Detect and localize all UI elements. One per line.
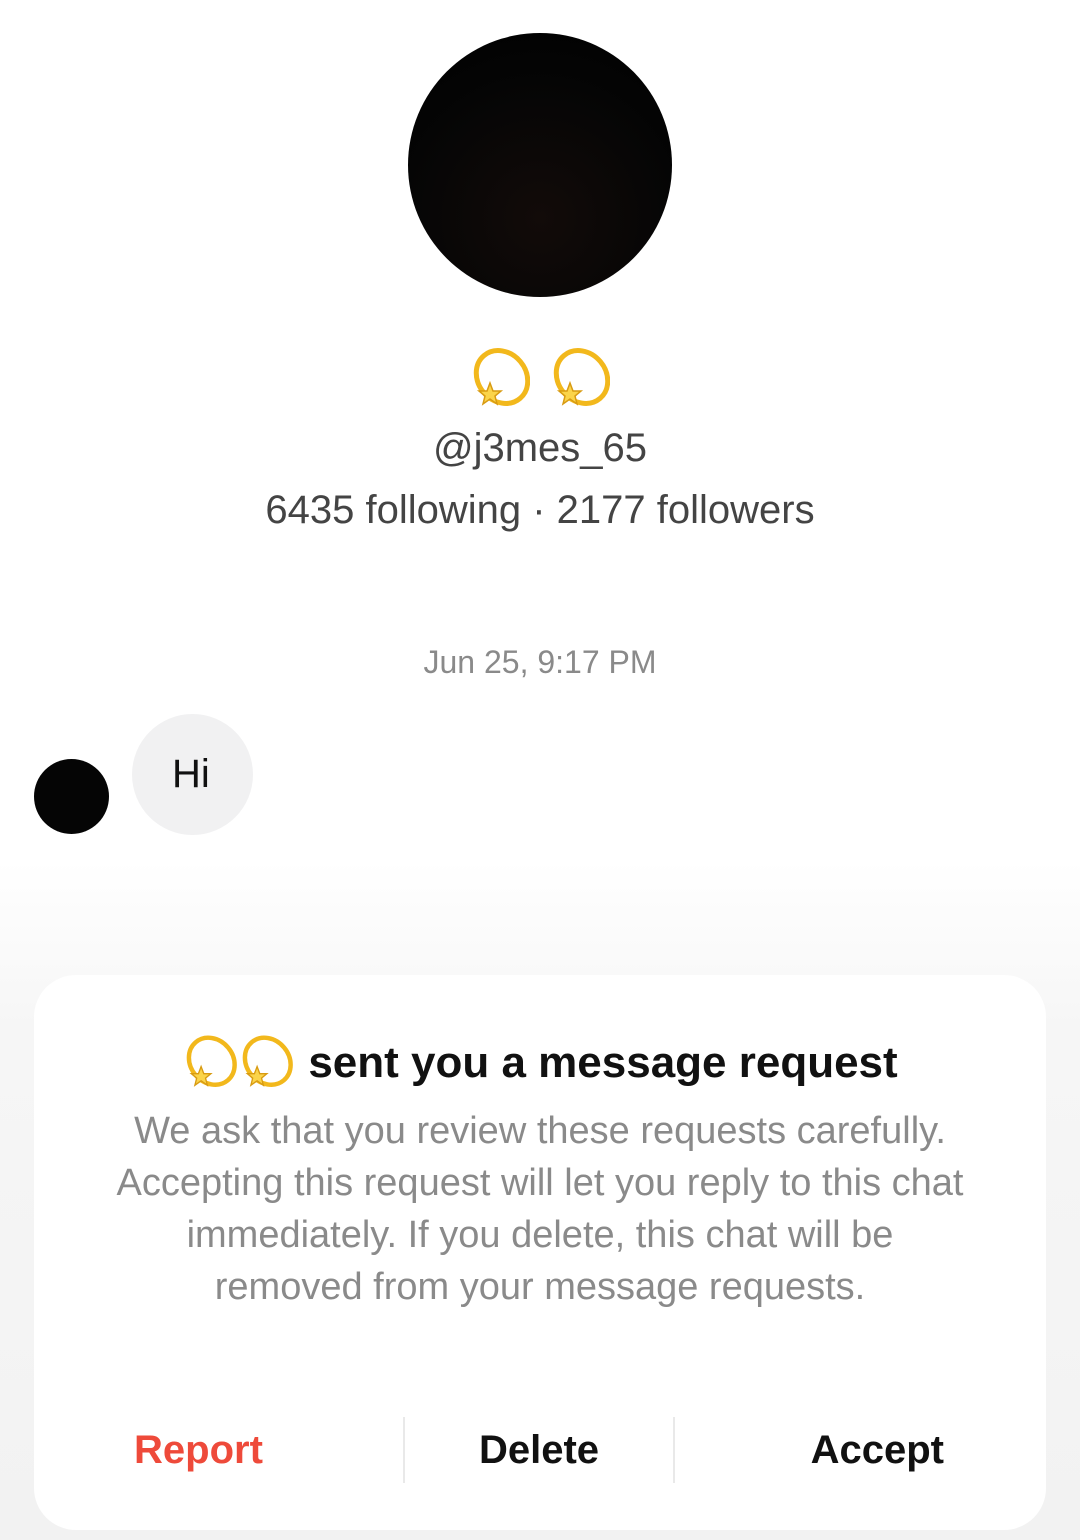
request-title: sent you a message request <box>34 1031 1046 1095</box>
dizzy-emoji-icon <box>553 348 610 407</box>
profile-avatar[interactable] <box>408 33 672 297</box>
message-timestamp: Jun 25, 9:17 PM <box>423 644 657 680</box>
message-text: Hi <box>172 752 210 796</box>
sender-avatar[interactable] <box>34 759 109 834</box>
accept-button[interactable]: Accept <box>675 1415 1046 1485</box>
delete-button[interactable]: Delete <box>405 1415 674 1485</box>
request-description: We ask that you review these requests ca… <box>116 1110 964 1308</box>
request-title-text: sent you a message request <box>308 1038 898 1087</box>
message-request-panel: sent you a message request We ask that y… <box>34 975 1046 1530</box>
profile-display-name <box>0 336 1080 416</box>
chat-page: @j3mes_65 6435 following · 2177 follower… <box>0 0 1080 1540</box>
profile-stats: 6435 following · 2177 followers <box>265 488 815 532</box>
report-button[interactable]: Report <box>34 1415 403 1485</box>
dizzy-emoji-icon <box>242 1035 294 1087</box>
request-actions: Report Delete Accept <box>34 1415 1046 1485</box>
profile-handle[interactable]: @j3mes_65 <box>0 424 1080 472</box>
dizzy-emoji-icon <box>474 348 531 407</box>
dizzy-emoji-icon <box>186 1035 238 1087</box>
message-bubble[interactable]: Hi <box>132 714 253 835</box>
